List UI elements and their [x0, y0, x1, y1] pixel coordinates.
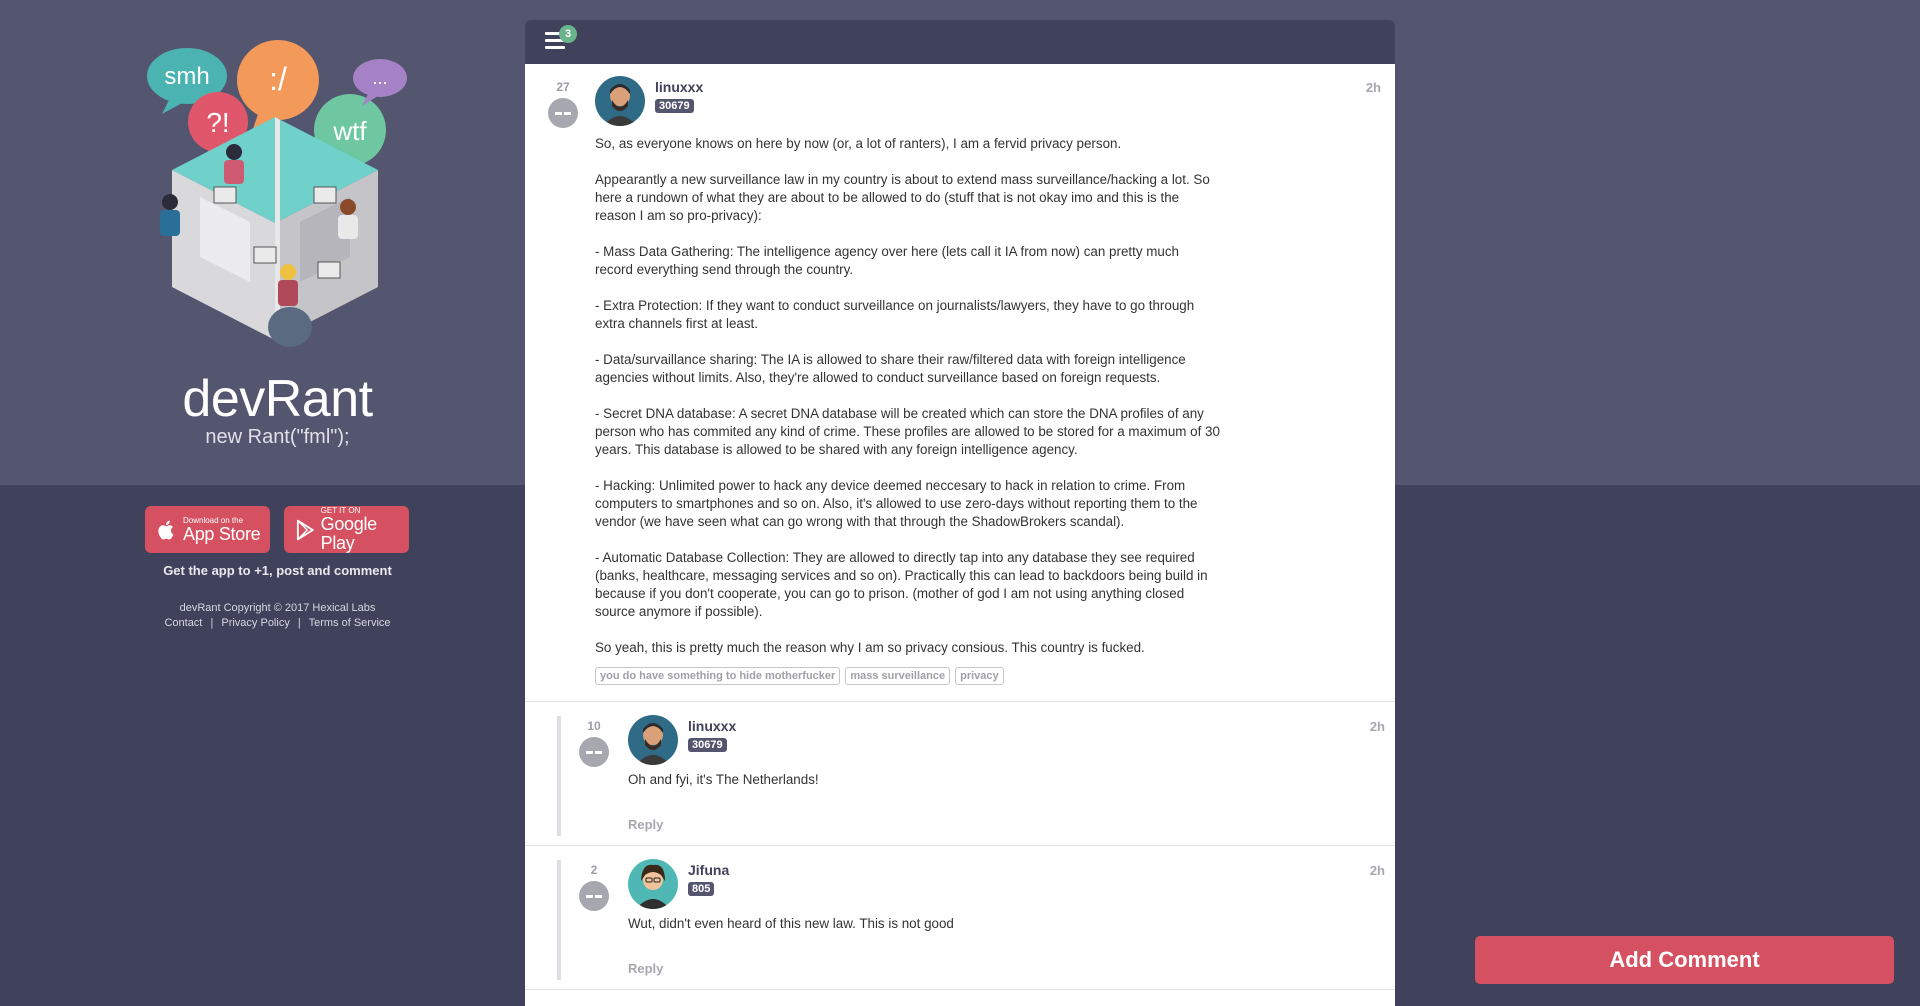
svg-text:?!: ?! — [206, 107, 229, 138]
user-avatar[interactable] — [595, 76, 645, 126]
brand-name: devRant — [182, 370, 373, 428]
terms-of-service-link[interactable]: Terms of Service — [309, 617, 391, 629]
comment-score: 2 — [590, 863, 598, 877]
add-comment-button[interactable]: Add Comment — [1475, 936, 1894, 984]
svg-text::/: :/ — [269, 61, 287, 97]
comment-vote: 2 — [576, 863, 612, 911]
devrant-illustration: smh :/ ?! wtf ... — [147, 40, 407, 347]
notification-badge[interactable]: 3 — [559, 25, 577, 43]
comment-text: Wut, didn't even heard of this new law. … — [628, 916, 954, 931]
rant-paragraph: - Data/survaillance sharing: The IA is a… — [595, 352, 1186, 385]
copyright-text: devRant Copyright © 2017 Hexical Labs — [179, 602, 376, 614]
svg-text:wtf: wtf — [332, 116, 367, 146]
contact-link[interactable]: Contact — [164, 617, 202, 629]
rant-paragraph: - Mass Data Gathering: The intelligence … — [595, 244, 1179, 277]
user-avatar[interactable] — [628, 715, 678, 765]
rant-paragraph: So, as everyone knows on here by now (or… — [595, 136, 1122, 151]
tag-chip[interactable]: you do have something to hide motherfuck… — [595, 667, 841, 685]
footer-separator: | — [297, 617, 301, 629]
reply-button[interactable]: Reply — [628, 961, 663, 976]
appstore-big-label: App Store — [183, 523, 261, 544]
footer: devRant Copyright © 2017 Hexical Labs Co… — [0, 601, 555, 631]
tag-chip[interactable]: mass surveillance — [845, 667, 951, 685]
thread-line — [557, 860, 561, 980]
downvote-button[interactable] — [548, 98, 578, 128]
thread-line — [557, 716, 561, 836]
rant-paragraph: Appearantly a new surveillance law in my… — [595, 172, 1210, 223]
comment-text: Oh and fyi, it's The Netherlands! — [628, 772, 819, 787]
comment-time: 2h — [1369, 863, 1385, 878]
left-panel: smh :/ ?! wtf ... devRant new Rant("fml"… — [0, 0, 525, 1006]
main-topbar: 3 — [525, 20, 1395, 64]
googleplay-big-label: Google Play — [320, 514, 378, 553]
brand: devRant new Rant("fml"); — [0, 370, 555, 449]
bubble-colon-slash: :/ — [237, 40, 319, 132]
rant-paragraph: - Secret DNA database: A secret DNA data… — [595, 406, 1220, 457]
comment-score: 10 — [587, 719, 601, 733]
downvote-button[interactable] — [579, 737, 609, 767]
svg-text:...: ... — [372, 68, 387, 88]
comment-vote: 10 — [576, 719, 612, 767]
user-score-badge: 805 — [688, 882, 715, 896]
user-score-badge: 30679 — [688, 738, 727, 752]
downvote-button[interactable] — [579, 881, 609, 911]
privacy-policy-link[interactable]: Privacy Policy — [221, 617, 289, 629]
rant-body: So, as everyone knows on here by now (or… — [595, 135, 1220, 657]
rant-username[interactable]: linuxxx — [655, 79, 703, 95]
rant-paragraph: - Hacking: Unlimited power to hack any d… — [595, 478, 1198, 529]
google-play-button[interactable]: GET IT ON Google Play — [284, 506, 409, 553]
tag-chip[interactable]: privacy — [955, 667, 1004, 685]
divider — [525, 845, 1395, 846]
play-icon — [296, 519, 314, 540]
user-avatar[interactable] — [628, 859, 678, 909]
comment-time: 2h — [1369, 719, 1385, 734]
rant-paragraph: So yeah, this is pretty much the reason … — [595, 640, 1145, 655]
svg-text:smh: smh — [164, 63, 209, 90]
get-app-text: Get the app to +1, post and comment — [163, 563, 392, 578]
rant-tags: you do have something to hide motherfuck… — [595, 667, 1004, 685]
comment-username[interactable]: Jifuna — [688, 862, 729, 878]
rant-content: 27 linuxxx 30679 2h So, as everyone know… — [525, 64, 1395, 1006]
brand-tagline: new Rant("fml"); — [205, 426, 350, 448]
comment-username[interactable]: linuxxx — [688, 718, 736, 734]
reply-button[interactable]: Reply — [628, 817, 663, 832]
footer-separator: | — [210, 617, 214, 629]
app-store-button[interactable]: Download on the App Store — [145, 506, 270, 553]
rant-time: 2h — [1365, 80, 1381, 95]
divider — [525, 989, 1395, 990]
rant-vote: 27 — [545, 80, 581, 128]
rant-score: 27 — [556, 80, 570, 94]
user-score-badge: 30679 — [655, 99, 694, 113]
rant-paragraph: - Automatic Database Collection: They ar… — [595, 550, 1208, 619]
rant-paragraph: - Extra Protection: If they want to cond… — [595, 298, 1195, 331]
divider — [525, 701, 1395, 702]
apple-icon — [158, 520, 174, 539]
